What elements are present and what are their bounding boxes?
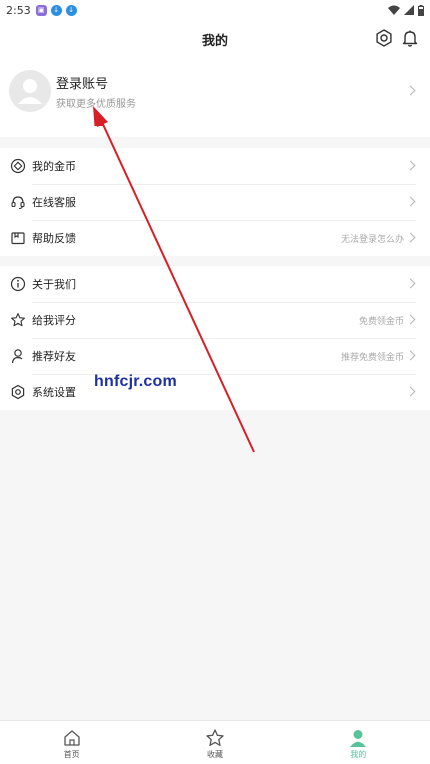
tab-favorites[interactable]: 收藏 xyxy=(143,721,286,764)
menu-item-hint: 免费领金币 xyxy=(358,316,404,327)
menu-item-help-feedback[interactable]: 帮助反馈 无法登录怎么办 xyxy=(0,220,430,256)
tab-label: 我的 xyxy=(350,750,367,759)
menu-item-label: 推荐好友 xyxy=(32,350,76,363)
user-icon xyxy=(11,349,23,364)
info-icon xyxy=(10,276,26,292)
star-icon xyxy=(206,729,224,746)
menu-item-label: 在线客服 xyxy=(32,196,76,209)
menu-item-hint: 无法登录怎么办 xyxy=(340,234,404,245)
headset-icon xyxy=(11,196,25,210)
chevron-right-icon xyxy=(405,350,416,361)
login-title[interactable]: 登录账号 xyxy=(56,73,108,92)
menu-item-hint: 推荐免费领金币 xyxy=(340,352,404,363)
tab-label: 收藏 xyxy=(206,750,223,759)
menu-item-recommend-friends[interactable]: 推荐好友 推荐免费领金币 xyxy=(0,338,430,374)
watermark-text: hnfcjr.com xyxy=(94,373,177,390)
profile-login-row[interactable]: 登录账号 获取更多优质服务 xyxy=(0,70,430,114)
menu-item-about[interactable]: 关于我们 xyxy=(0,266,430,302)
bottom-tab-bar: 首页 收藏 我的 xyxy=(0,720,430,764)
menu-group-1: 我的金币 在线客服 帮助反馈 无法登录怎么办 xyxy=(0,148,430,256)
bell-icon[interactable] xyxy=(400,28,420,48)
status-bar: 2:53 ▣ ↓ ↓ xyxy=(0,0,430,20)
chevron-right-icon xyxy=(405,314,416,325)
menu-item-rate-us[interactable]: 给我评分 免费领金币 xyxy=(0,302,430,338)
login-subtitle: 获取更多优质服务 xyxy=(56,99,136,110)
person-icon xyxy=(350,730,367,747)
feedback-icon xyxy=(11,232,25,245)
menu-item-system-settings[interactable]: 系统设置 xyxy=(0,374,430,410)
tab-home[interactable]: 首页 xyxy=(0,721,143,764)
home-icon xyxy=(64,730,80,746)
default-avatar-icon xyxy=(18,79,42,104)
chevron-right-icon xyxy=(405,85,416,96)
tab-label: 首页 xyxy=(63,750,80,759)
menu-group-2: 关于我们 给我评分 免费领金币 推荐好友 推荐免费领金币 系统设置 xyxy=(0,266,430,410)
menu-item-coins[interactable]: 我的金币 xyxy=(0,148,430,184)
chevron-right-icon xyxy=(405,386,416,397)
app-notification-icon: ▣ xyxy=(35,4,47,16)
menu-item-label: 给我评分 xyxy=(32,314,76,327)
chevron-right-icon xyxy=(405,278,416,289)
avatar[interactable] xyxy=(9,70,51,112)
download-icon: ↓ xyxy=(65,4,77,16)
coin-icon xyxy=(10,158,26,174)
menu-item-label: 帮助反馈 xyxy=(32,232,76,245)
menu-item-label: 系统设置 xyxy=(32,386,76,399)
menu-item-customer-service[interactable]: 在线客服 xyxy=(0,184,430,220)
profile-header: 我的 登录账号 获取更多优质服务 xyxy=(0,20,430,137)
battery-icon xyxy=(418,4,424,16)
chevron-right-icon xyxy=(405,160,416,171)
menu-item-label: 关于我们 xyxy=(32,278,76,291)
chevron-right-icon xyxy=(405,196,416,207)
star-icon xyxy=(11,313,25,327)
tab-mine[interactable]: 我的 xyxy=(287,721,430,764)
signal-icon xyxy=(404,5,414,15)
download-icon: ↓ xyxy=(50,4,62,16)
status-time: 2:53 xyxy=(6,3,31,17)
settings-icon[interactable] xyxy=(374,28,394,48)
wifi-icon xyxy=(388,5,400,15)
gear-icon xyxy=(11,384,25,400)
page-title: 我的 xyxy=(201,34,228,49)
chevron-right-icon xyxy=(405,232,416,243)
menu-item-label: 我的金币 xyxy=(32,160,76,173)
